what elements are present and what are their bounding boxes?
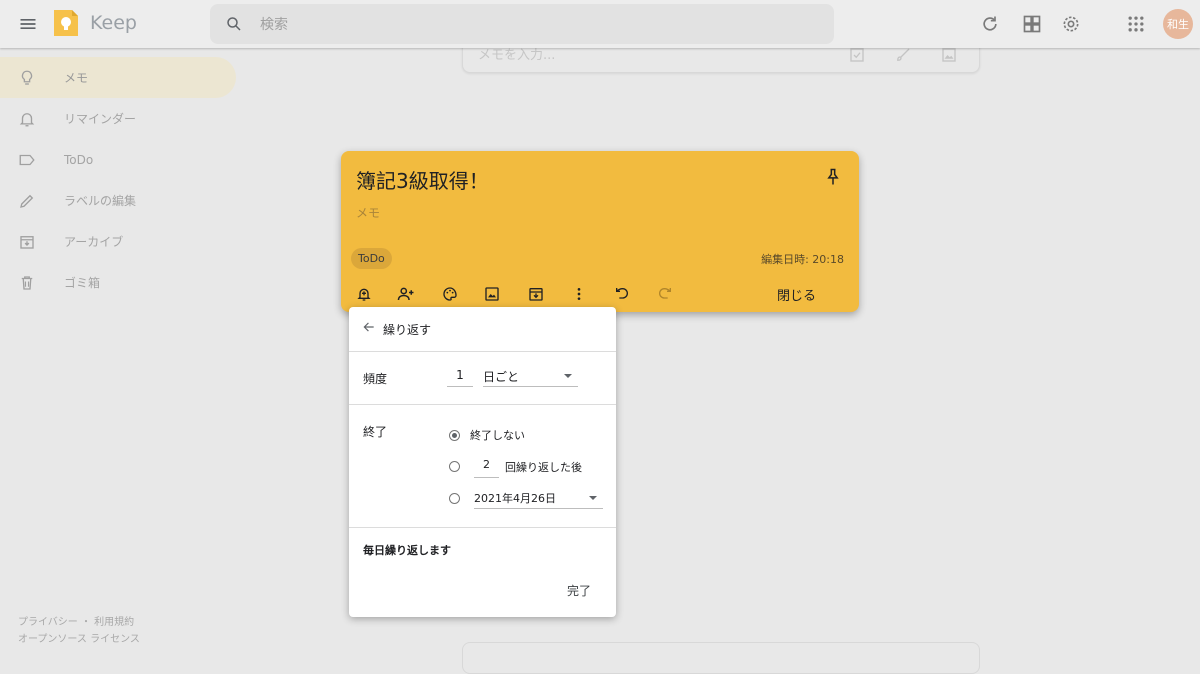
dropdown-arrow-icon — [589, 496, 597, 500]
archive-icon — [16, 231, 38, 253]
image-icon[interactable] — [939, 45, 959, 65]
end-never-radio[interactable] — [449, 430, 460, 441]
frequency-count-input[interactable]: 1 — [447, 368, 473, 387]
account-avatar[interactable]: 和生 — [1163, 9, 1193, 39]
close-button[interactable]: 閉じる — [777, 285, 816, 304]
grid-view-button[interactable] — [1020, 12, 1044, 36]
frequency-unit-value: 日ごと — [483, 370, 520, 384]
end-label: 終了 — [363, 425, 388, 439]
new-list-icon[interactable] — [847, 45, 867, 65]
label-chip[interactable]: ToDo — [351, 248, 392, 269]
back-button[interactable] — [361, 319, 377, 335]
arrow-back-icon — [363, 322, 374, 332]
redo-button[interactable] — [654, 283, 676, 305]
collaborator-button[interactable] — [395, 283, 417, 305]
brush-icon[interactable] — [893, 45, 913, 65]
undo-button[interactable] — [611, 283, 633, 305]
archive-icon — [529, 288, 543, 301]
sidebar-item-label: ゴミ箱 — [64, 276, 101, 290]
grid-icon — [1023, 15, 1041, 33]
gear-icon — [1063, 16, 1079, 32]
sidebar-item-label: メモ — [64, 71, 89, 85]
bell-icon — [16, 108, 38, 130]
end-date-value: 2021年4月26日 — [474, 492, 556, 505]
dialog-title: 繰り返す — [383, 323, 432, 337]
sidebar-item-notes[interactable]: メモ — [0, 57, 236, 98]
keep-logo-icon — [52, 8, 80, 38]
background-color-button[interactable] — [439, 283, 461, 305]
remind-me-button[interactable] — [353, 283, 375, 305]
image-icon — [485, 287, 499, 301]
refresh-icon — [983, 16, 997, 31]
divider — [349, 404, 616, 405]
main-menu-button[interactable] — [12, 8, 44, 40]
frequency-unit-select[interactable]: 日ごと — [483, 368, 578, 387]
footer-links: プライバシー ・ 利用規約 オープンソース ライセンス — [18, 614, 140, 648]
settings-button[interactable] — [1059, 12, 1083, 36]
dropdown-arrow-icon — [564, 374, 572, 378]
end-never-label: 終了しない — [470, 429, 525, 442]
divider — [349, 351, 616, 352]
person-add-icon — [397, 287, 414, 301]
hamburger-icon — [20, 19, 36, 29]
apps-grid-icon — [1128, 16, 1144, 32]
trash-icon — [16, 272, 38, 294]
label-icon — [16, 149, 38, 171]
pencil-icon — [16, 190, 38, 212]
undo-icon — [616, 287, 628, 299]
end-after-count-label: 回繰り返した後 — [505, 461, 582, 474]
end-date-select[interactable]: 2021年4月26日 — [474, 490, 603, 509]
done-button[interactable]: 完了 — [567, 582, 591, 599]
repeat-dialog: 繰り返す 頻度 1 日ごと 終了 終了しない 2 回繰り返した後 2021年4月… — [349, 307, 616, 617]
sidebar-item-label: アーカイブ — [64, 235, 124, 249]
note-editor: 簿記3級取得！ メモ ToDo 編集日時: 20:18 閉じる — [341, 151, 859, 312]
sidebar-item-reminders[interactable]: リマインダー — [0, 98, 236, 139]
archive-button[interactable] — [525, 283, 547, 305]
add-image-button[interactable] — [481, 283, 503, 305]
search-input[interactable] — [258, 12, 822, 38]
sidebar-item-label: リマインダー — [64, 112, 137, 126]
more-button[interactable] — [568, 283, 590, 305]
more-vert-icon — [577, 288, 581, 300]
top-bar: Keep 和生 — [0, 0, 1200, 48]
divider — [349, 527, 616, 528]
redo-icon — [659, 287, 671, 299]
pin-icon — [827, 168, 839, 185]
apps-button[interactable] — [1124, 12, 1148, 36]
open-source-license-link[interactable]: オープンソース ライセンス — [18, 631, 140, 648]
refresh-button[interactable] — [978, 12, 1002, 36]
sidebar-item-archive[interactable]: アーカイブ — [0, 221, 236, 262]
frequency-label: 頻度 — [363, 372, 388, 386]
pin-button[interactable] — [821, 165, 845, 189]
note-card[interactable] — [462, 642, 980, 674]
bell-plus-icon — [357, 288, 371, 301]
note-body[interactable]: メモ — [356, 204, 380, 221]
privacy-terms-link[interactable]: プライバシー ・ 利用規約 — [18, 614, 140, 631]
app-title: Keep — [90, 12, 137, 34]
repeat-count-input[interactable]: 2 — [474, 458, 499, 478]
repeat-summary: 毎日繰り返します — [363, 544, 451, 557]
sidebar-item-label: ToDo — [64, 152, 94, 167]
end-after-count-radio[interactable] — [449, 461, 460, 472]
sidebar-item-edit-labels[interactable]: ラベルの編集 — [0, 180, 236, 221]
sidebar-item-todo[interactable]: ToDo — [0, 139, 236, 180]
sidebar-item-trash[interactable]: ゴミ箱 — [0, 262, 236, 303]
sidebar-item-label: ラベルの編集 — [64, 194, 137, 208]
end-on-date-radio[interactable] — [449, 493, 460, 504]
note-title[interactable]: 簿記3級取得！ — [356, 165, 489, 194]
palette-icon — [443, 287, 457, 301]
sidebar: メモ リマインダー ToDo ラベルの編集 アーカイブ ゴミ箱 — [0, 57, 240, 303]
search-bar[interactable] — [210, 4, 834, 44]
edited-timestamp: 編集日時: 20:18 — [761, 253, 844, 266]
search-icon[interactable] — [224, 14, 244, 34]
lightbulb-icon — [16, 67, 38, 89]
